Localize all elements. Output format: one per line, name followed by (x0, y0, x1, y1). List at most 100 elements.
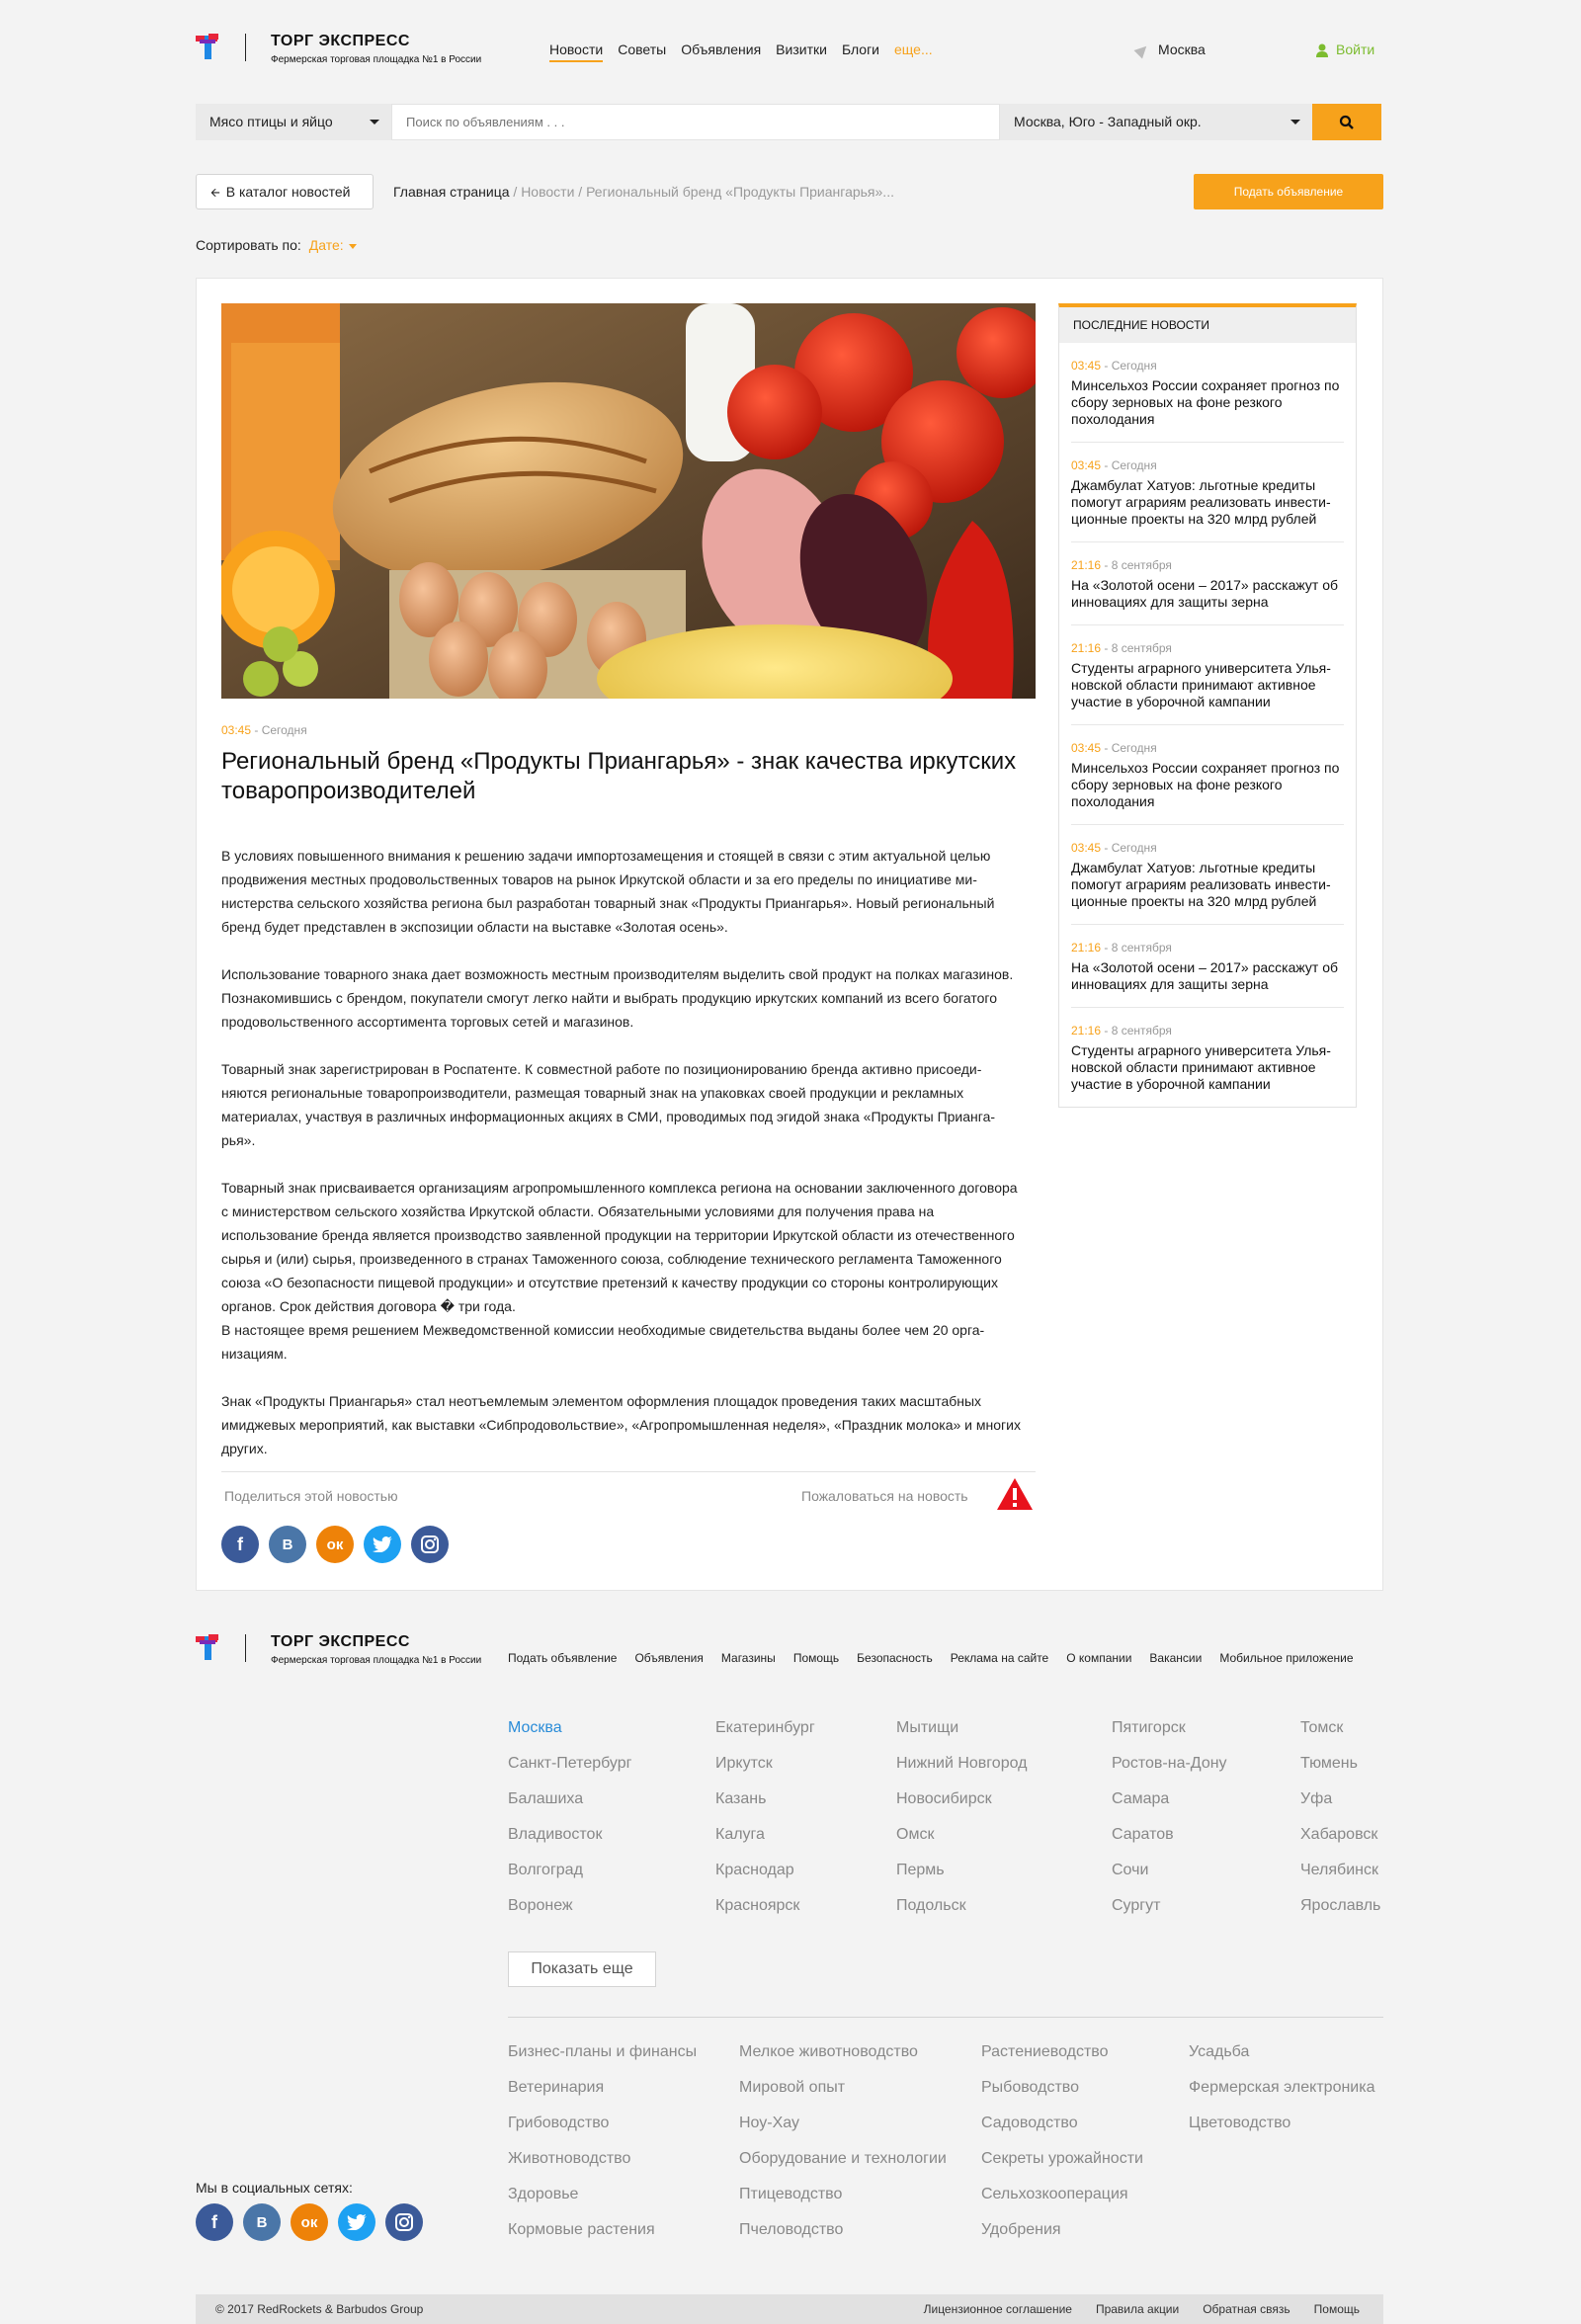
city-link[interactable]: Казань (715, 1790, 815, 1826)
region-select[interactable]: Москва, Юго - Западный окр. (1000, 104, 1312, 140)
news-item[interactable]: 21:16 - 8 сентября Студенты аграрного уни… (1071, 1008, 1344, 1107)
nav-item-blogs[interactable]: Блоги (842, 42, 879, 62)
footer-nav-item[interactable]: Магазины (721, 1651, 776, 1665)
city-link[interactable]: Тюмень (1300, 1755, 1380, 1790)
city-link[interactable]: Красноярск (715, 1897, 815, 1933)
odnoklassniki-icon[interactable]: ок (291, 2203, 328, 2241)
city-link[interactable]: Екатеринбург (715, 1719, 815, 1755)
news-item-title[interactable]: Минсельхоз России сохраняет прогноз по с… (1071, 760, 1344, 810)
category-link[interactable]: Усадьба (1189, 2043, 1375, 2079)
footer-nav-item[interactable]: Безопасность (857, 1651, 933, 1665)
category-link[interactable]: Здоровье (508, 2186, 697, 2221)
city-link[interactable]: Хабаровск (1300, 1826, 1380, 1862)
category-select[interactable]: Мясо птицы и яйцо (196, 104, 391, 140)
city-link[interactable]: Пятигорск (1112, 1719, 1227, 1755)
nav-item-more[interactable]: еще... (894, 42, 933, 62)
footer-nav-item[interactable]: О компании (1066, 1651, 1131, 1665)
category-link[interactable]: Птицеводство (739, 2186, 947, 2221)
news-item[interactable]: 21:16 - 8 сентября На «Золотой осени – 20… (1071, 925, 1344, 1008)
facebook-icon[interactable]: f (221, 1526, 259, 1563)
post-ad-button[interactable]: Подать объявление (1194, 174, 1383, 209)
city-link[interactable]: Воронеж (508, 1897, 631, 1933)
city-link[interactable]: Ярославль (1300, 1897, 1380, 1933)
news-item[interactable]: 21:16 - 8 сентября Студенты аграрного уни… (1071, 625, 1344, 725)
footer-nav-item[interactable]: Подать объявление (508, 1651, 617, 1665)
city-selector[interactable]: Москва (1133, 42, 1206, 59)
category-link[interactable]: Грибоводство (508, 2115, 697, 2150)
nav-item-cards[interactable]: Визитки (776, 42, 827, 62)
facebook-icon[interactable]: f (196, 2203, 233, 2241)
nav-item-news[interactable]: Новости (549, 42, 604, 62)
city-link[interactable]: Пермь (896, 1862, 1027, 1897)
news-item[interactable]: 03:45 - Сегодня Джамбулат Хатуов: льготны… (1071, 825, 1344, 925)
city-link[interactable]: Сургут (1112, 1897, 1227, 1933)
city-link[interactable]: Нижний Новгород (896, 1755, 1027, 1790)
category-link[interactable]: Садоводство (981, 2115, 1143, 2150)
footer-nav-item[interactable]: Вакансии (1149, 1651, 1202, 1665)
category-link[interactable]: Фермерская электроника (1189, 2079, 1375, 2115)
city-link[interactable]: Ростов-на-Дону (1112, 1755, 1227, 1790)
category-link[interactable]: Кормовые растения (508, 2221, 697, 2257)
logo-icon[interactable] (196, 34, 221, 61)
search-input[interactable] (391, 104, 1000, 140)
instagram-icon[interactable] (385, 2203, 423, 2241)
bottom-link[interactable]: Лицензионное соглашение (924, 2294, 1072, 2324)
category-link[interactable]: Цветоводство (1189, 2115, 1375, 2150)
city-link[interactable]: Уфа (1300, 1790, 1380, 1826)
login-link[interactable]: Войти (1316, 42, 1374, 58)
complain-link[interactable]: Пожаловаться на новость (801, 1488, 968, 1504)
city-link[interactable]: Мытищи (896, 1719, 1027, 1755)
news-item-title[interactable]: На «Золотой осени – 2017» расскажут об и… (1071, 959, 1344, 993)
news-item-title[interactable]: Минсельхоз России сохраняет прогноз по с… (1071, 377, 1344, 428)
footer-nav-item[interactable]: Реклама на сайте (951, 1651, 1049, 1665)
city-link[interactable]: Волгоград (508, 1862, 631, 1897)
city-link[interactable]: Самара (1112, 1790, 1227, 1826)
odnoklassniki-icon[interactable]: ок (316, 1526, 354, 1563)
nav-item-tips[interactable]: Советы (618, 42, 666, 62)
city-link[interactable]: Омск (896, 1826, 1027, 1862)
logo-icon[interactable] (196, 1634, 221, 1662)
news-item[interactable]: 03:45 - Сегодня Минсельхоз России сохраня… (1071, 343, 1344, 443)
category-link[interactable]: Ветеринария (508, 2079, 697, 2115)
category-link[interactable]: Рыбоводство (981, 2079, 1143, 2115)
warning-icon[interactable] (995, 1476, 1035, 1512)
news-item[interactable]: 03:45 - Сегодня Джамбулат Хатуов: льготны… (1071, 443, 1344, 542)
news-item[interactable]: 03:45 - Сегодня Минсельхоз России сохраня… (1071, 725, 1344, 825)
category-link[interactable]: Оборудование и технологии (739, 2150, 947, 2186)
brand-name[interactable]: ТОРГ ЭКСПРЕСС (271, 33, 410, 50)
news-item-title[interactable]: Студенты аграрного университета Улья­нов… (1071, 660, 1344, 710)
category-link[interactable]: Сельхозкооперация (981, 2186, 1143, 2221)
news-item-title[interactable]: Студенты аграрного университета Улья­нов… (1071, 1042, 1344, 1093)
footer-nav-item[interactable]: Мобильное приложение (1219, 1651, 1353, 1665)
category-link[interactable]: Ноу-Хау (739, 2115, 947, 2150)
category-link[interactable]: Мировой опыт (739, 2079, 947, 2115)
city-link[interactable]: Владивосток (508, 1826, 631, 1862)
footer-nav-item[interactable]: Объявления (634, 1651, 703, 1665)
city-link[interactable]: Балашиха (508, 1790, 631, 1826)
city-link[interactable]: Томск (1300, 1719, 1380, 1755)
city-link[interactable]: Москва (508, 1719, 631, 1755)
footer-nav-item[interactable]: Помощь (793, 1651, 839, 1665)
category-link[interactable]: Растениеводство (981, 2043, 1143, 2079)
news-item[interactable]: 21:16 - 8 сентября На «Золотой осени – 20… (1071, 542, 1344, 625)
search-button[interactable] (1312, 104, 1381, 140)
twitter-icon[interactable] (338, 2203, 375, 2241)
vk-icon[interactable]: B (269, 1526, 306, 1563)
news-item-title[interactable]: Джамбулат Хатуов: льготные кредиты помог… (1071, 477, 1344, 528)
category-link[interactable]: Животноводство (508, 2150, 697, 2186)
city-link[interactable]: Саратов (1112, 1826, 1227, 1862)
category-link[interactable]: Бизнес-планы и финансы (508, 2043, 697, 2079)
bottom-link[interactable]: Обратная связь (1203, 2294, 1290, 2324)
category-link[interactable]: Удобрения (981, 2221, 1143, 2257)
city-link[interactable]: Санкт-Петербург (508, 1755, 631, 1790)
bottom-link[interactable]: Правила акции (1096, 2294, 1179, 2324)
footer-brand-name[interactable]: ТОРГ ЭКСПРЕСС (271, 1633, 410, 1651)
category-link[interactable]: Пчеловодство (739, 2221, 947, 2257)
breadcrumb-home[interactable]: Главная страница (393, 184, 510, 200)
city-link[interactable]: Сочи (1112, 1862, 1227, 1897)
vk-icon[interactable]: B (243, 2203, 281, 2241)
city-link[interactable]: Иркутск (715, 1755, 815, 1790)
bottom-link[interactable]: Помощь (1314, 2294, 1360, 2324)
category-link[interactable]: Мелкое животноводство (739, 2043, 947, 2079)
city-link[interactable]: Новосибирск (896, 1790, 1027, 1826)
